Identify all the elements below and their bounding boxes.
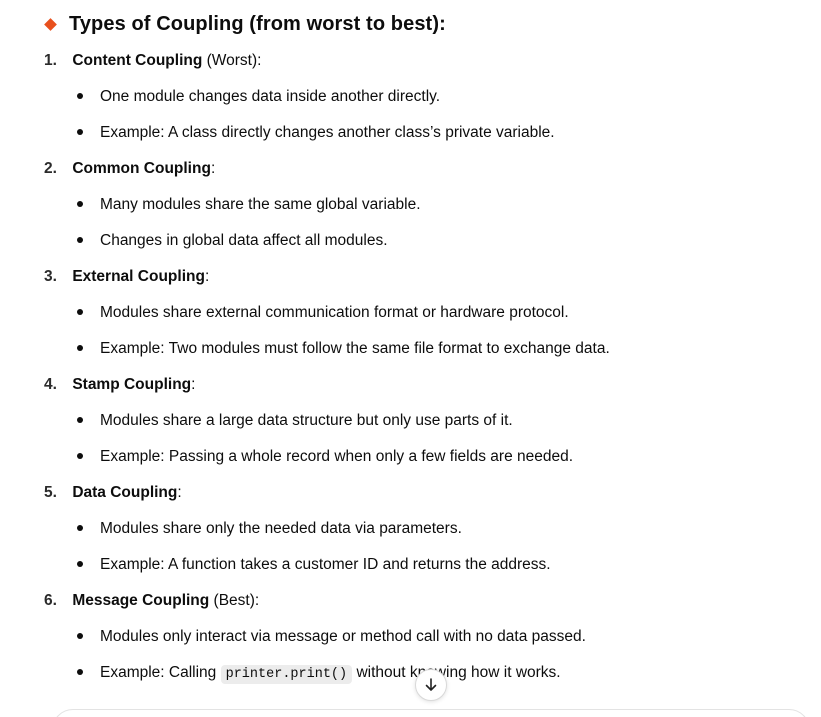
bullet-dot-icon xyxy=(77,344,83,351)
bullet-text: Example: A function takes a customer ID … xyxy=(100,556,551,573)
bullet-dot-icon xyxy=(77,668,83,675)
bullet-text-after: without knowing how it works. xyxy=(352,664,561,681)
item-name: Content Coupling xyxy=(72,52,203,69)
item-suffix: : xyxy=(177,484,182,501)
bullet-dot-icon xyxy=(77,560,83,567)
item-number: 6. xyxy=(44,592,57,609)
bullet-dot-icon xyxy=(77,308,83,315)
scroll-to-bottom-button[interactable] xyxy=(415,669,447,701)
list-item-title: 6. Message Coupling (Best): xyxy=(44,591,259,611)
list-item-title: 3. External Coupling: xyxy=(44,267,209,287)
bullet-text: One module changes data inside another d… xyxy=(100,88,441,105)
item-name: External Coupling xyxy=(72,268,205,285)
list-item-title: 1. Content Coupling (Worst): xyxy=(44,51,261,71)
list-bullet: Example: Two modules must follow the sam… xyxy=(77,339,610,359)
item-name: Stamp Coupling xyxy=(72,376,192,393)
bullet-text: Modules share a large data structure but… xyxy=(100,412,513,429)
bullet-dot-icon xyxy=(77,200,83,207)
arrow-down-icon xyxy=(425,678,437,691)
item-number: 2. xyxy=(44,160,57,177)
item-suffix: : xyxy=(210,160,216,177)
section-heading-text: Types of Coupling (from worst to best): xyxy=(69,12,446,35)
list-bullet: Many modules share the same global varia… xyxy=(77,195,421,215)
item-suffix: (Worst): xyxy=(202,52,262,69)
list-item-title: 2. Common Coupling: xyxy=(44,159,215,179)
list-bullet: One module changes data inside another d… xyxy=(77,87,440,107)
list-bullet: Example: Calling printer.print() without… xyxy=(77,663,561,685)
bullet-text: Example: A class directly changes anothe… xyxy=(100,124,555,141)
bullet-dot-icon xyxy=(77,452,83,459)
list-bullet: Example: A function takes a customer ID … xyxy=(77,555,551,575)
list-bullet: Changes in global data affect all module… xyxy=(77,231,388,251)
bullet-text: Modules share only the needed data via p… xyxy=(100,520,462,537)
bullet-dot-icon xyxy=(77,524,83,531)
bullet-text: Many modules share the same global varia… xyxy=(100,196,421,213)
list-item-title: 4. Stamp Coupling: xyxy=(44,375,195,395)
list-bullet: Example: A class directly changes anothe… xyxy=(77,123,555,143)
bullet-text: Modules share external communication for… xyxy=(100,304,569,321)
list-bullet: Modules share external communication for… xyxy=(77,303,569,323)
bullet-text: Example: Passing a whole record when onl… xyxy=(100,448,574,465)
chat-response: Types of Coupling (from worst to best): … xyxy=(0,0,821,717)
list-bullet: Modules share a large data structure but… xyxy=(77,411,513,431)
bullet-dot-icon xyxy=(77,416,83,423)
section-heading: Types of Coupling (from worst to best): xyxy=(44,9,446,39)
bullet-text: Modules only interact via message or met… xyxy=(100,628,586,645)
item-number: 3. xyxy=(44,268,57,285)
bullet-text-before: Example: Calling xyxy=(100,664,221,681)
item-suffix: (Best): xyxy=(209,592,260,609)
diamond-icon xyxy=(44,17,57,31)
bullet-dot-icon xyxy=(77,128,83,135)
message-composer[interactable] xyxy=(52,709,810,717)
bullet-dot-icon xyxy=(77,632,83,639)
list-bullet: Example: Passing a whole record when onl… xyxy=(77,447,573,467)
item-name: Common Coupling xyxy=(72,160,211,177)
item-number: 1. xyxy=(44,52,57,69)
list-item-title: 5. Data Coupling: xyxy=(44,483,182,503)
bullet-text: Changes in global data affect all module… xyxy=(100,232,388,249)
item-suffix: : xyxy=(191,376,196,393)
item-name: Data Coupling xyxy=(72,484,178,501)
list-bullet: Modules only interact via message or met… xyxy=(77,627,586,647)
bullet-dot-icon xyxy=(77,92,83,99)
bullet-text: Example: Two modules must follow the sam… xyxy=(100,340,610,357)
item-number: 4. xyxy=(44,376,57,393)
list-bullet: Modules share only the needed data via p… xyxy=(77,519,462,539)
inline-code: printer.print() xyxy=(220,665,353,684)
item-number: 5. xyxy=(44,484,57,501)
item-name: Message Coupling xyxy=(72,592,210,609)
item-suffix: : xyxy=(204,268,210,285)
bullet-dot-icon xyxy=(77,236,83,243)
